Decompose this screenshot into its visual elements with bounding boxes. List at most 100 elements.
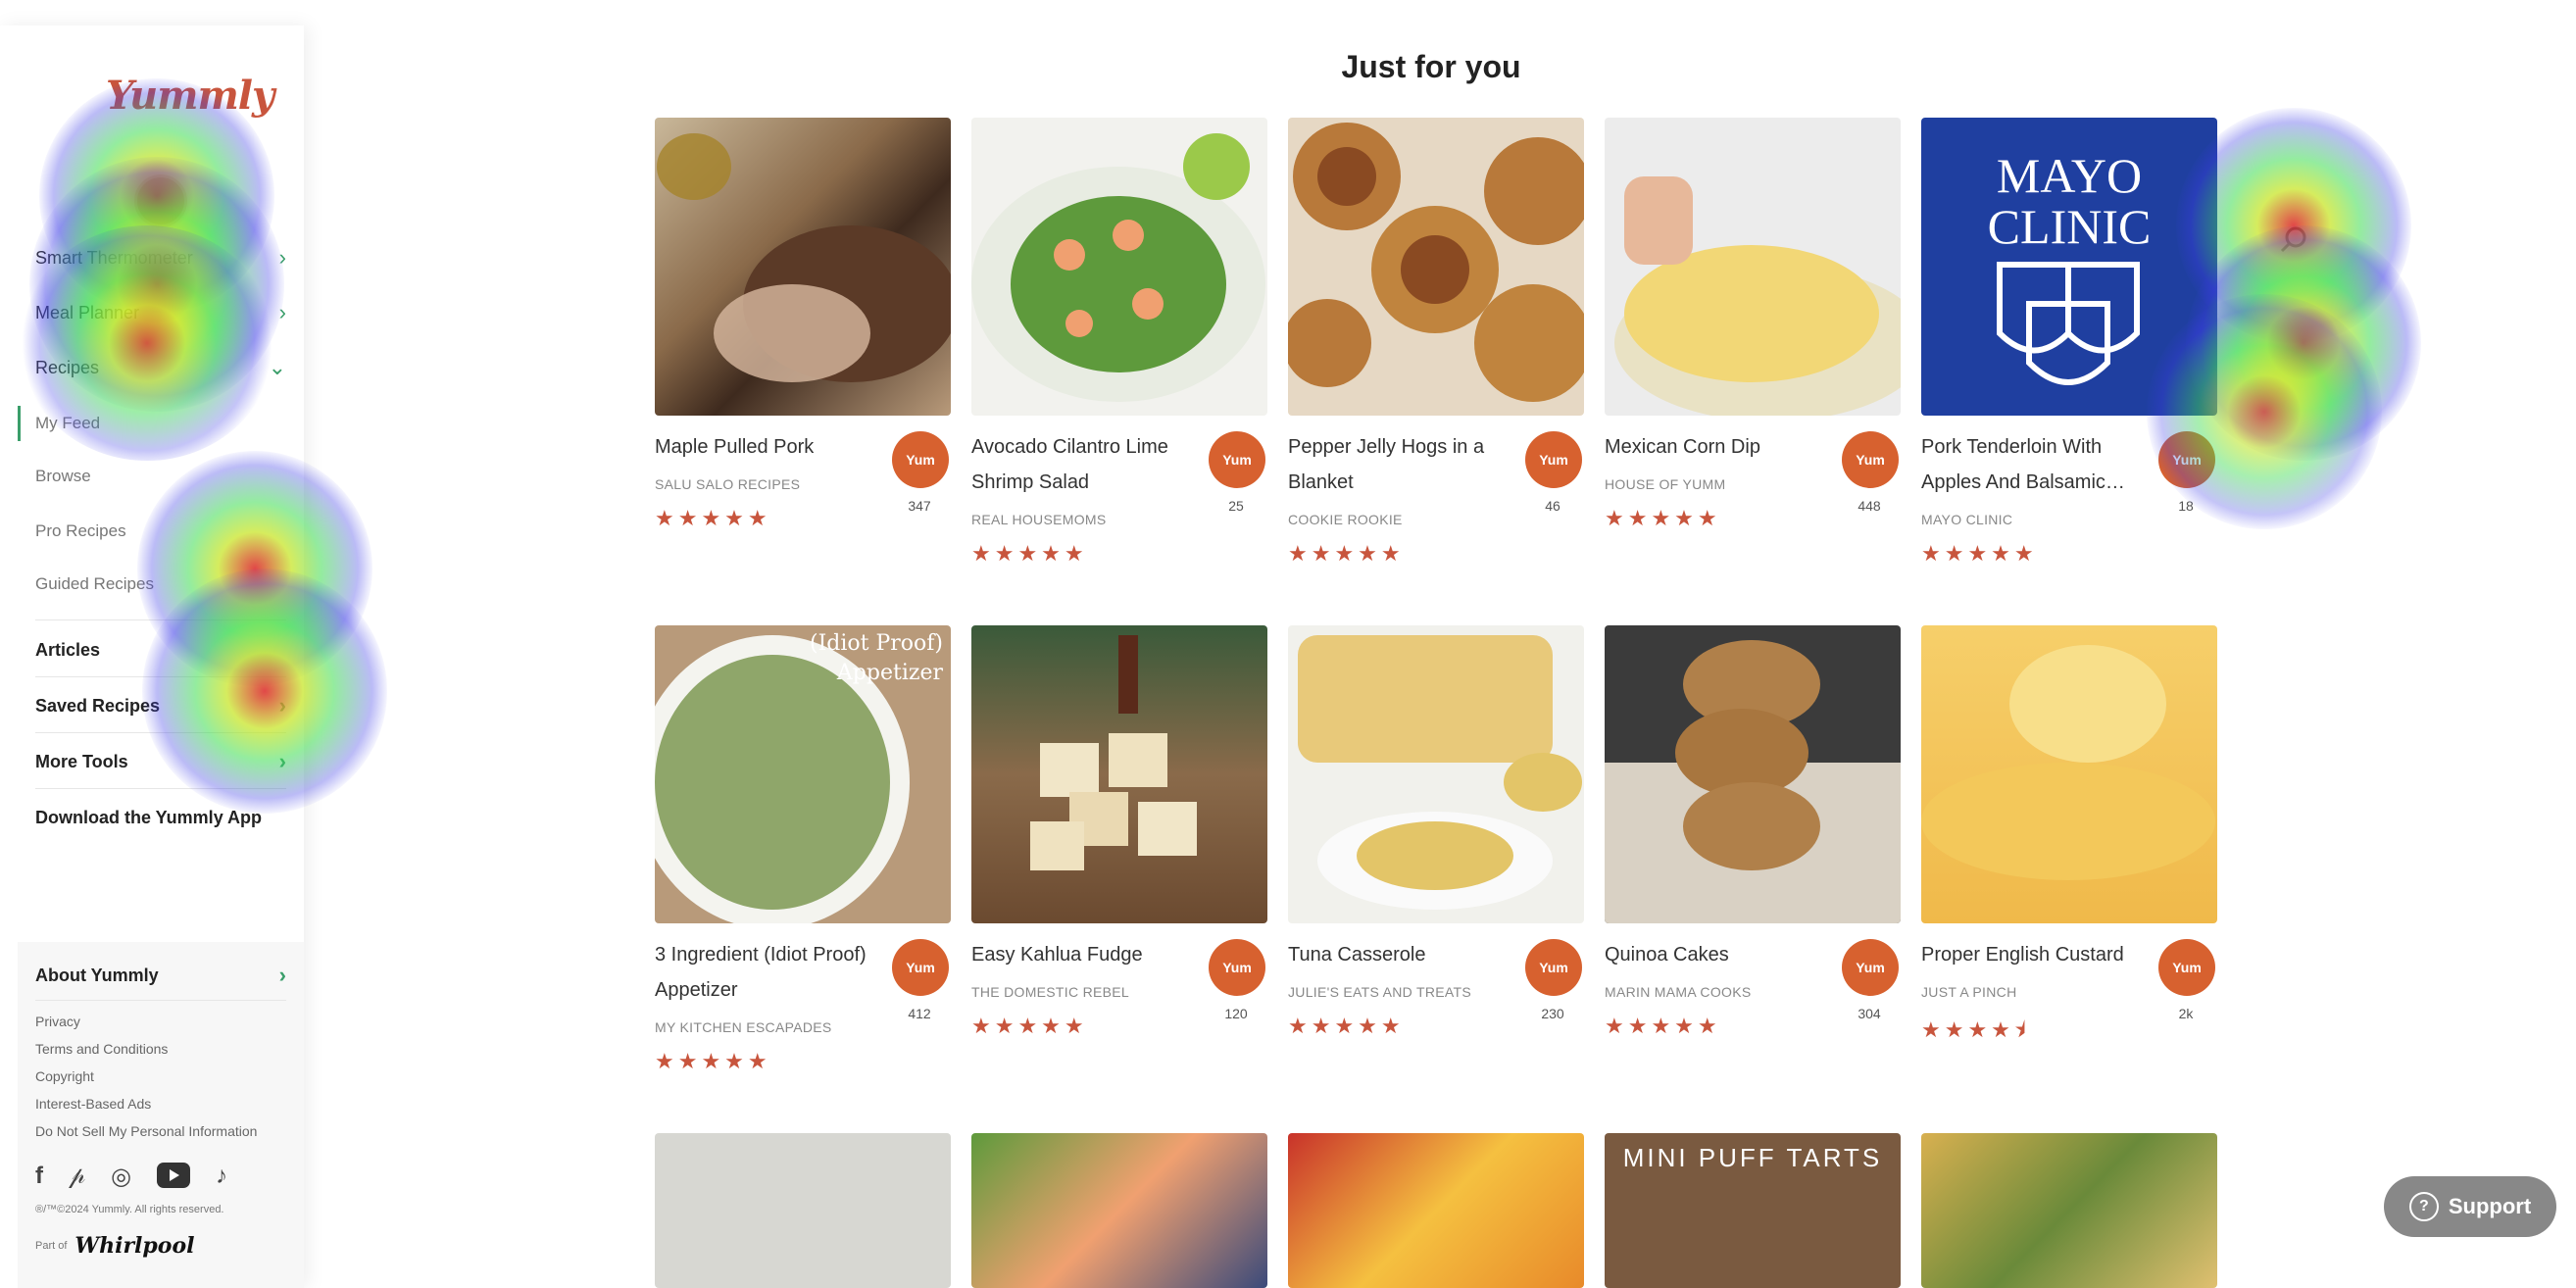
sidebar-item-download-app[interactable]: Download the Yummly App bbox=[35, 791, 286, 844]
recipe-image[interactable] bbox=[1288, 118, 1584, 416]
sidebar-item-label: Smart Thermometer bbox=[35, 247, 193, 268]
yum-button[interactable]: Yum bbox=[892, 939, 949, 996]
yum-button[interactable]: Yum bbox=[1525, 939, 1582, 996]
sidebar-item-saved-recipes[interactable]: Saved Recipes › bbox=[35, 679, 286, 732]
yum-button[interactable]: Yum bbox=[1842, 939, 1899, 996]
recipe-title[interactable]: Maple Pulled Pork bbox=[655, 429, 880, 465]
about-yummly-link[interactable]: About Yummly › bbox=[35, 953, 286, 998]
recipe-source[interactable]: JULIE'S EATS AND TREATS bbox=[1288, 984, 1513, 1000]
recipe-image[interactable] bbox=[1605, 625, 1901, 923]
recipe-image[interactable] bbox=[971, 1133, 1267, 1288]
avatar[interactable] bbox=[134, 174, 187, 227]
rating-stars: ★★★★★ bbox=[1288, 1014, 1405, 1038]
divider bbox=[35, 732, 286, 733]
sidebar-item-more-tools[interactable]: More Tools › bbox=[35, 735, 286, 788]
sidebar-item-meal-planner[interactable]: Meal Planner › bbox=[35, 286, 286, 339]
sidebar-item-smart-thermometer[interactable]: Smart Thermometer › bbox=[35, 231, 286, 284]
recipe-title[interactable]: Quinoa Cakes bbox=[1605, 937, 1830, 972]
recipe-source[interactable]: JUST A PINCH bbox=[1921, 984, 2147, 1000]
recipe-image[interactable] bbox=[1288, 625, 1584, 923]
yum-button[interactable]: Yum bbox=[2158, 431, 2215, 488]
recipe-title[interactable]: Avocado Cilantro Lime Shrimp Salad bbox=[971, 429, 1197, 500]
recipe-source[interactable]: REAL HOUSEMOMS bbox=[971, 512, 1197, 527]
recipe-source[interactable]: THE DOMESTIC REBEL bbox=[971, 984, 1197, 1000]
support-button[interactable]: ? Support bbox=[2384, 1176, 2556, 1237]
recipe-title[interactable]: 3 Ingredient (Idiot Proof) Appetizer bbox=[655, 937, 880, 1008]
recipe-title[interactable]: Pork Tenderloin With Apples And Balsamic… bbox=[1921, 429, 2147, 500]
sidebar-item-articles[interactable]: Articles bbox=[35, 623, 286, 676]
sidebar-item-my-feed[interactable]: My Feed bbox=[35, 397, 286, 450]
copyright-link[interactable]: Copyright bbox=[35, 1068, 94, 1084]
recipe-title[interactable]: Easy Kahlua Fudge bbox=[971, 937, 1197, 972]
recipe-image[interactable] bbox=[1921, 1133, 2217, 1288]
recipe-image[interactable]: (Idiot Proof) Appetizer bbox=[655, 625, 951, 923]
rating-stars: ★★★★★ bbox=[971, 1014, 1088, 1038]
sidebar-item-label: Guided Recipes bbox=[35, 574, 154, 593]
do-not-sell-link[interactable]: Do Not Sell My Personal Information bbox=[35, 1123, 257, 1139]
recipe-title[interactable]: Tuna Casserole bbox=[1288, 937, 1513, 972]
search-icon[interactable] bbox=[2278, 223, 2311, 257]
sidebar-item-recipes[interactable]: Recipes ⌄ bbox=[35, 341, 286, 394]
recipe-image[interactable] bbox=[1288, 1133, 1584, 1288]
privacy-link[interactable]: Privacy bbox=[35, 1014, 80, 1029]
sidebar-item-label: My Feed bbox=[35, 414, 101, 432]
recipe-image[interactable] bbox=[1921, 625, 2217, 923]
recipe-image[interactable] bbox=[971, 118, 1267, 416]
yum-count: 304 bbox=[1858, 1006, 1881, 1021]
recipe-source[interactable]: MARIN MAMA COOKS bbox=[1605, 984, 1830, 1000]
recipe-title[interactable]: Mexican Corn Dip bbox=[1605, 429, 1830, 465]
recipe-title[interactable]: Pepper Jelly Hogs in a Blanket bbox=[1288, 429, 1513, 500]
chevron-right-icon: › bbox=[278, 963, 286, 987]
recipe-source[interactable]: HOUSE OF YUMM bbox=[1605, 476, 1830, 492]
sidebar-item-label: Recipes bbox=[35, 357, 100, 377]
yum-count: 448 bbox=[1858, 498, 1881, 514]
yum-button[interactable]: Yum bbox=[892, 431, 949, 488]
chevron-right-icon: › bbox=[278, 245, 286, 270]
yum-count: 347 bbox=[908, 498, 931, 514]
help-icon: ? bbox=[2408, 1192, 2439, 1221]
yummly-logo[interactable]: Yummly bbox=[106, 73, 274, 119]
yum-button[interactable]: Yum bbox=[1525, 431, 1582, 488]
rating-stars: ★★★★★ bbox=[971, 541, 1088, 566]
yum-button[interactable]: Yum bbox=[1209, 431, 1265, 488]
yum-button[interactable]: Yum bbox=[1209, 939, 1265, 996]
yum-count: 120 bbox=[1224, 1006, 1248, 1021]
support-label: Support bbox=[2448, 1194, 2532, 1218]
divider bbox=[35, 1000, 286, 1001]
pinterest-icon[interactable]: 𝓅 bbox=[69, 1163, 85, 1195]
instagram-icon[interactable]: ◎ bbox=[111, 1163, 131, 1195]
sidebar-item-label: More Tools bbox=[35, 751, 128, 771]
tiktok-icon[interactable]: ♪ bbox=[216, 1163, 227, 1195]
yum-count: 25 bbox=[1228, 498, 1244, 514]
interest-ads-link[interactable]: Interest-Based Ads bbox=[35, 1096, 151, 1112]
recipe-source[interactable]: MAYO CLINIC bbox=[1921, 512, 2147, 527]
rating-stars: ★★★★★ bbox=[1921, 541, 2038, 566]
recipe-source[interactable]: SALU SALO RECIPES bbox=[655, 476, 880, 492]
yum-count: 2k bbox=[2178, 1006, 2194, 1021]
recipe-source[interactable]: COOKIE ROOKIE bbox=[1288, 512, 1513, 527]
rating-stars: ★★★★⯨ bbox=[1921, 1017, 2030, 1042]
recipe-image[interactable] bbox=[655, 118, 951, 416]
yum-button[interactable]: Yum bbox=[1842, 431, 1899, 488]
yum-count: 46 bbox=[1545, 498, 1560, 514]
yum-count: 412 bbox=[908, 1006, 931, 1021]
part-of-whirlpool: Part of Whirlpool bbox=[35, 1233, 195, 1259]
youtube-icon[interactable] bbox=[157, 1163, 191, 1195]
recipe-image[interactable] bbox=[1605, 118, 1901, 416]
recipe-image[interactable]: MINI PUFF TARTS bbox=[1605, 1133, 1901, 1288]
yum-button[interactable]: Yum bbox=[2158, 939, 2215, 996]
recipe-image[interactable] bbox=[971, 625, 1267, 923]
rating-stars: ★★★★★ bbox=[1605, 506, 1721, 530]
sidebar-item-browse[interactable]: Browse bbox=[35, 450, 286, 503]
recipe-image[interactable]: MAYO CLINIC bbox=[1921, 118, 2217, 416]
recipe-image[interactable] bbox=[655, 1133, 951, 1288]
facebook-icon[interactable]: f bbox=[35, 1163, 43, 1195]
recipe-source[interactable]: MY KITCHEN ESCAPADES bbox=[655, 1019, 880, 1035]
social-links: f 𝓅 ◎ ♪ bbox=[35, 1163, 227, 1195]
recipe-title[interactable]: Proper English Custard bbox=[1921, 937, 2147, 972]
terms-link[interactable]: Terms and Conditions bbox=[35, 1041, 168, 1057]
sidebar-item-pro-recipes[interactable]: Pro Recipes bbox=[35, 505, 286, 558]
whirlpool-logo[interactable]: Whirlpool bbox=[74, 1233, 194, 1259]
sidebar-item-label: Saved Recipes bbox=[35, 695, 161, 716]
sidebar-item-guided-recipes[interactable]: Guided Recipes bbox=[35, 558, 286, 611]
